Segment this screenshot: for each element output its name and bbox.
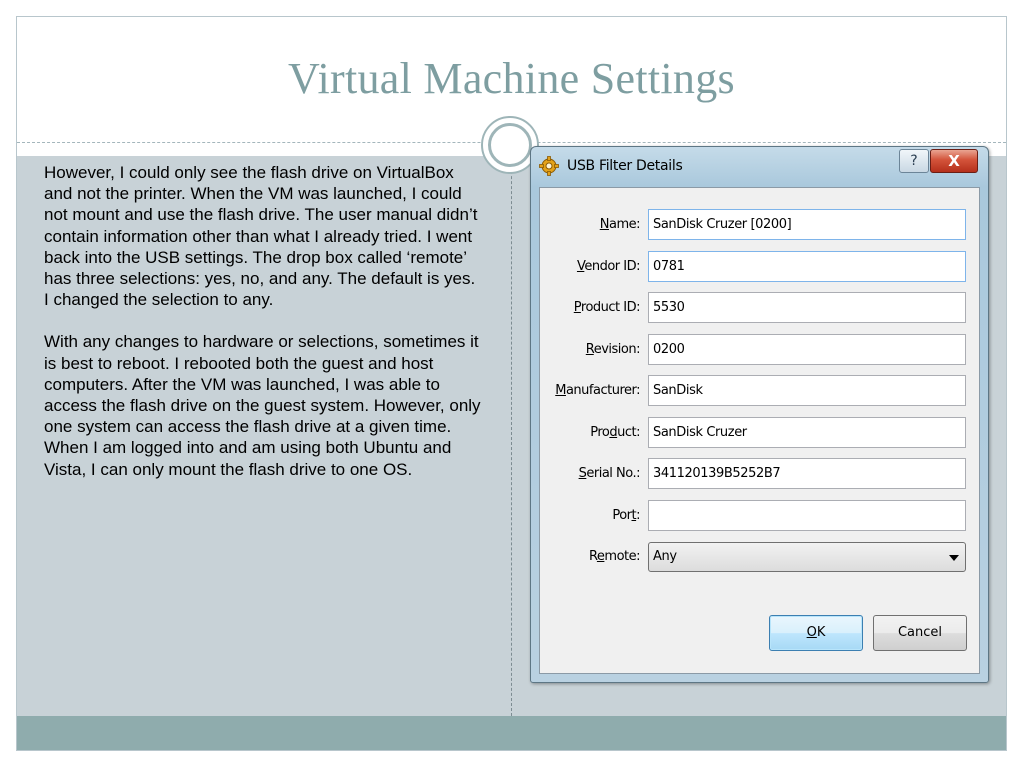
column-divider — [511, 156, 512, 716]
name-field[interactable] — [648, 209, 966, 240]
remote-dropdown-value: Any — [653, 549, 677, 564]
serial-no-field[interactable] — [648, 458, 966, 489]
dialog-body: Name: Vendor ID: Product ID: Revision: M… — [539, 187, 980, 674]
name-label: Name: — [599, 217, 641, 232]
usb-filter-dialog: USB Filter Details ? X Name: Vendor ID: … — [530, 146, 989, 683]
paragraph-2: With any changes to hardware or selectio… — [44, 332, 481, 479]
vendor-id-label: Vendor ID: — [576, 259, 641, 274]
dialog-title: USB Filter Details — [567, 158, 683, 174]
product-label: Product: — [590, 425, 640, 440]
serial-no-label: Serial No.: — [578, 466, 641, 481]
dialog-titlebar[interactable]: USB Filter Details ? X — [531, 147, 988, 187]
remote-dropdown[interactable]: Any — [648, 542, 966, 572]
manufacturer-field[interactable] — [648, 375, 966, 406]
cancel-button[interactable]: Cancel — [873, 615, 967, 651]
chevron-down-icon — [949, 555, 959, 561]
gear-icon — [539, 156, 559, 176]
help-button[interactable]: ? — [899, 149, 929, 173]
slide-title: Virtual Machine Settings — [288, 54, 735, 103]
manufacturer-label: Manufacturer: — [555, 383, 640, 398]
close-button[interactable]: X — [930, 149, 978, 173]
footer-bar — [17, 716, 1006, 750]
paragraph-1: However, I could only see the flash driv… — [44, 163, 478, 310]
body-text: However, I could only see the flash driv… — [44, 162, 482, 501]
product-id-field[interactable] — [648, 292, 966, 323]
vendor-id-field[interactable] — [648, 251, 966, 282]
remote-label: Remote: — [588, 549, 641, 564]
port-label: Port: — [612, 508, 640, 523]
revision-label: Revision: — [585, 342, 641, 357]
ok-button[interactable]: OK — [769, 615, 863, 651]
product-field[interactable] — [648, 417, 966, 448]
revision-field[interactable] — [648, 334, 966, 365]
port-field[interactable] — [648, 500, 966, 531]
product-id-label: Product ID: — [573, 300, 641, 315]
circle-ornament-inner — [488, 123, 532, 167]
